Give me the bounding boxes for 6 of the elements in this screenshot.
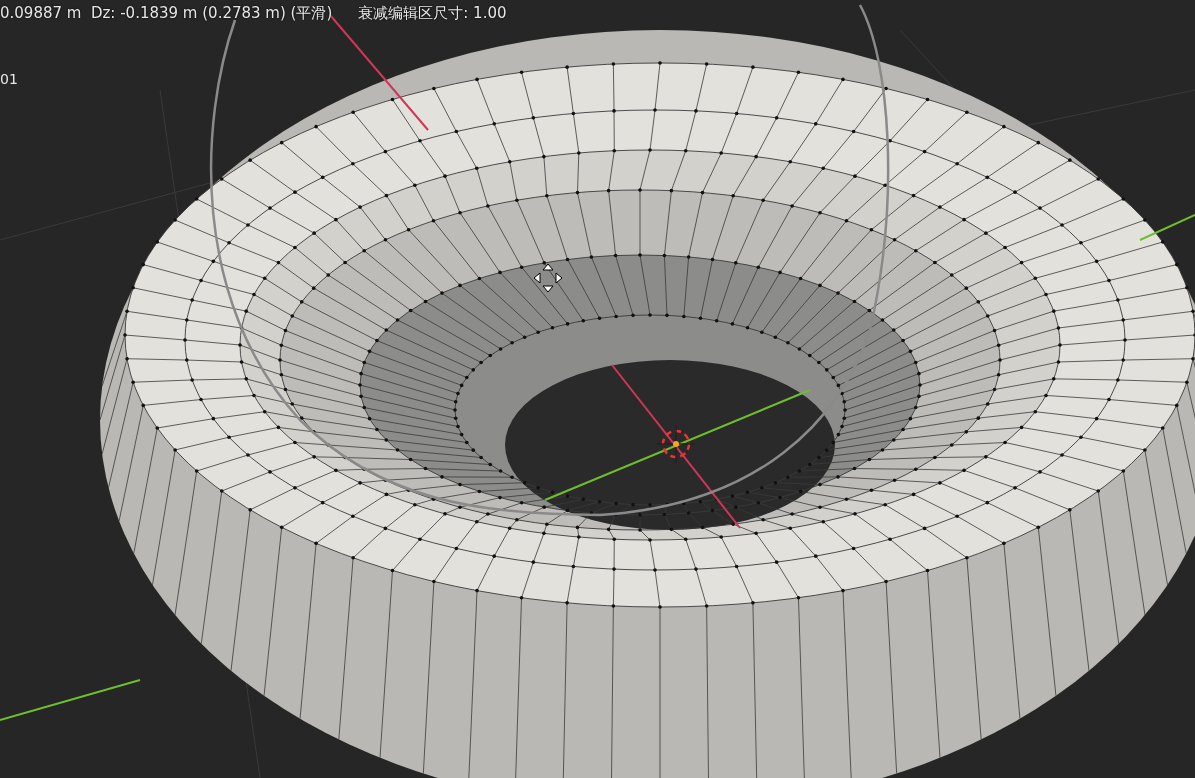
move-cursor-icon [533,263,563,293]
y-axis-line [1139,214,1195,241]
transform-readout: 0.09887 m Dz: -0.1839 m (0.2783 m) (平滑) [0,4,333,23]
crosshair-icon [656,424,696,464]
info-text: 01 [0,71,18,87]
falloff-size-readout: 衰减编辑区尺寸: 1.00 [358,4,507,23]
